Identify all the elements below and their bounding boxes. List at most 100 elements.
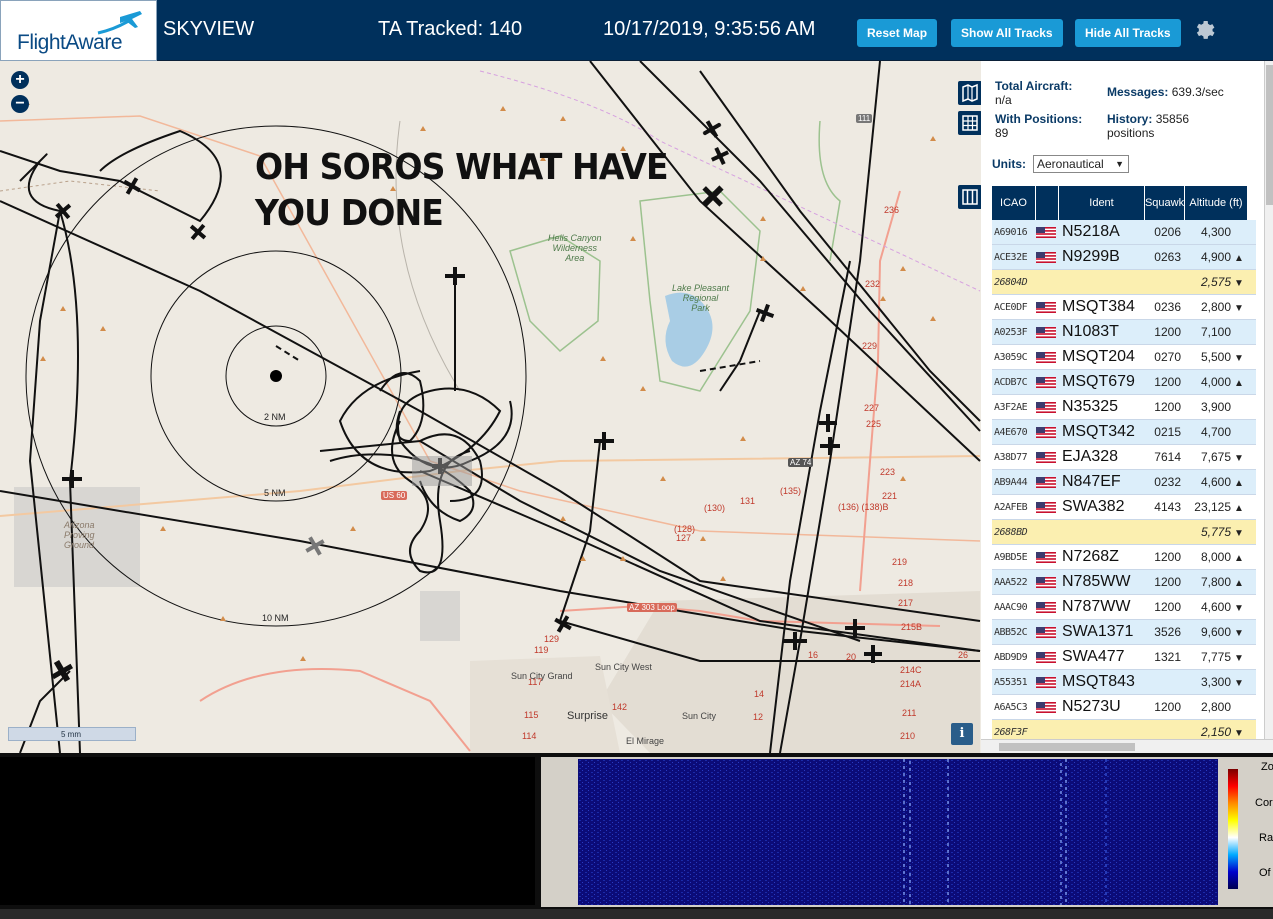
zoom-in-button[interactable]: + <box>11 71 29 89</box>
altitude-value: 4,700 <box>1200 425 1231 439</box>
cell-icao: A2AFEB <box>994 501 1028 513</box>
cell-icao: ACE0DF <box>994 301 1028 313</box>
cell-ident: N9299B <box>1062 248 1120 265</box>
info-button[interactable]: i <box>951 723 973 745</box>
sdr-panel: Zo Cor Ra Of <box>0 753 1273 919</box>
altitude-trend-icon: ▼ <box>1234 353 1244 364</box>
overlay-caption: OH SOROS WHAT HAVE YOU DONE <box>255 145 669 237</box>
table-row[interactable]: A69016 N5218A 0206 4,300 <box>992 220 1256 245</box>
column-header-flag[interactable] <box>1036 186 1059 220</box>
hide-all-tracks-button[interactable]: Hide All Tracks <box>1075 19 1181 47</box>
horizontal-scrollbar[interactable] <box>981 739 1273 753</box>
current-datetime: 10/17/2019, 9:35:56 AM <box>603 18 816 40</box>
altitude-trend-icon: ▼ <box>1234 453 1244 464</box>
table-row[interactable]: A38D77 EJA328 7614 7,675 ▼ <box>992 445 1256 470</box>
control-label-contrast: Cor <box>1255 797 1273 809</box>
scrollbar-thumb[interactable] <box>999 743 1135 751</box>
us-flag-icon <box>1036 626 1056 638</box>
column-header-icao[interactable]: ICAO <box>992 186 1036 220</box>
cell-ident: N35325 <box>1062 398 1119 415</box>
table-row[interactable]: A3F2AE N35325 1200 3,900 <box>992 395 1256 420</box>
altitude-value: 5,775 <box>1200 525 1231 539</box>
grid-toggle-icon[interactable] <box>958 111 981 135</box>
mile-marker: 12 <box>753 712 764 722</box>
cell-icao: AAA522 <box>994 576 1028 588</box>
cell-flag <box>1036 626 1059 638</box>
with-positions-stat: With Positions: 89 <box>995 112 1082 140</box>
table-row[interactable]: AAA522 N785WW 1200 7,800 ▲ <box>992 570 1256 595</box>
scrollbar-thumb[interactable] <box>1266 65 1273 205</box>
altitude-trend-icon: ▼ <box>1234 678 1244 689</box>
cell-flag <box>1036 226 1059 238</box>
us-flag-icon <box>1036 451 1056 463</box>
show-all-tracks-button[interactable]: Show All Tracks <box>951 19 1063 47</box>
table-row[interactable]: A6A5C3 N5273U 1200 2,800 <box>992 695 1256 720</box>
table-row[interactable]: ABD9D9 SWA477 1321 7,775 ▼ <box>992 645 1256 670</box>
table-row[interactable]: A2AFEB SWA382 4143 23,125 ▲ <box>992 495 1256 520</box>
zoom-out-button[interactable]: − <box>11 95 29 113</box>
cell-altitude: 4,600 ▲ <box>1185 475 1248 489</box>
table-row[interactable]: AB9A44 N847EF 0232 4,600 ▲ <box>992 470 1256 495</box>
console-panel <box>0 757 535 905</box>
mile-marker: 127 <box>676 533 692 543</box>
place-hells-canyon: Hells Canyon Wilderness Area <box>548 233 602 263</box>
flightaware-logo[interactable]: FlightAware <box>0 0 157 61</box>
taskbar <box>0 909 1273 919</box>
altitude-trend-icon: ▲ <box>1234 503 1244 514</box>
cell-altitude: 3,900 <box>1185 400 1248 414</box>
vertical-scrollbar[interactable] <box>1264 61 1273 739</box>
column-header-ident[interactable]: Ident <box>1059 186 1145 220</box>
cell-icao: ABD9D9 <box>994 651 1028 663</box>
settings-gear-icon[interactable] <box>1193 18 1217 42</box>
cell-ident: N5273U <box>1062 698 1121 715</box>
table-row[interactable]: A0253F N1083T 1200 7,100 <box>992 320 1256 345</box>
us-flag-icon <box>1036 251 1056 263</box>
cell-flag <box>1036 426 1059 438</box>
table-row[interactable]: ACDB7C MSQT679 1200 4,000 ▲ <box>992 370 1256 395</box>
table-row[interactable]: 26804D 2,575 ▼ <box>992 270 1256 295</box>
altitude-trend-icon: ▼ <box>1234 653 1244 664</box>
mile-marker: 16 <box>808 650 819 660</box>
cell-flag <box>1036 351 1059 363</box>
cell-flag <box>1036 501 1059 513</box>
table-row[interactable]: ACE32E N9299B 0263 4,900 ▲ <box>992 245 1256 270</box>
table-row[interactable]: A4E670 MSQT342 0215 4,700 <box>992 420 1256 445</box>
cell-altitude: 5,500 ▼ <box>1185 350 1248 364</box>
altitude-value: 2,575 <box>1200 275 1231 289</box>
units-select[interactable]: Aeronautical ▼ <box>1033 155 1129 173</box>
map-layers-icon[interactable] <box>958 81 981 105</box>
altitude-value: 4,600 <box>1200 600 1231 614</box>
column-header-squawk[interactable]: Squawk <box>1145 186 1185 220</box>
dropdown-arrow-icon: ▼ <box>1115 159 1124 169</box>
cell-icao: A0253F <box>994 326 1028 338</box>
table-row[interactable]: ABB52C SWA1371 3526 9,600 ▼ <box>992 620 1256 645</box>
cell-squawk: 0215 <box>1154 425 1181 439</box>
columns-toggle-icon[interactable] <box>958 185 981 209</box>
mile-marker: 131 <box>740 496 756 506</box>
cell-flag <box>1036 701 1059 713</box>
table-row[interactable]: ACE0DF MSQT384 0236 2,800 ▼ <box>992 295 1256 320</box>
cell-altitude: 8,000 ▲ <box>1185 550 1248 564</box>
table-row[interactable]: A55351 MSQT843 3,300 ▼ <box>992 670 1256 695</box>
us-flag-icon <box>1036 376 1056 388</box>
reset-map-button[interactable]: Reset Map <box>857 19 938 47</box>
column-header-altitude[interactable]: Altitude (ft) <box>1185 186 1248 220</box>
map-view[interactable]: + − OH SOROS WHAT HAVE YOU DONE 2 NM 5 N… <box>0 61 981 753</box>
cell-altitude: 2,575 ▼ <box>1185 275 1248 289</box>
app-title: SKYVIEW <box>163 18 255 40</box>
mile-marker: 217 <box>898 598 914 608</box>
cell-ident: MSQT843 <box>1062 673 1135 690</box>
cell-icao: A69016 <box>994 226 1028 238</box>
us-flag-icon <box>1036 476 1056 488</box>
table-row[interactable]: A9BD5E N7268Z 1200 8,000 ▲ <box>992 545 1256 570</box>
mile-marker: 227 <box>864 403 880 413</box>
messages-stat: Messages: 639.3/sec <box>1107 85 1224 99</box>
table-row[interactable]: A3059C MSQT204 0270 5,500 ▼ <box>992 345 1256 370</box>
cell-altitude: 2,150 ▼ <box>1185 725 1248 739</box>
messages-label: Messages: <box>1107 85 1169 99</box>
cell-altitude: 4,300 <box>1185 225 1248 239</box>
altitude-value: 5,500 <box>1200 350 1231 364</box>
table-row[interactable]: AAAC90 N787WW 1200 4,600 ▼ <box>992 595 1256 620</box>
table-row[interactable]: 2688BD 5,775 ▼ <box>992 520 1256 545</box>
altitude-value: 2,800 <box>1200 700 1231 714</box>
